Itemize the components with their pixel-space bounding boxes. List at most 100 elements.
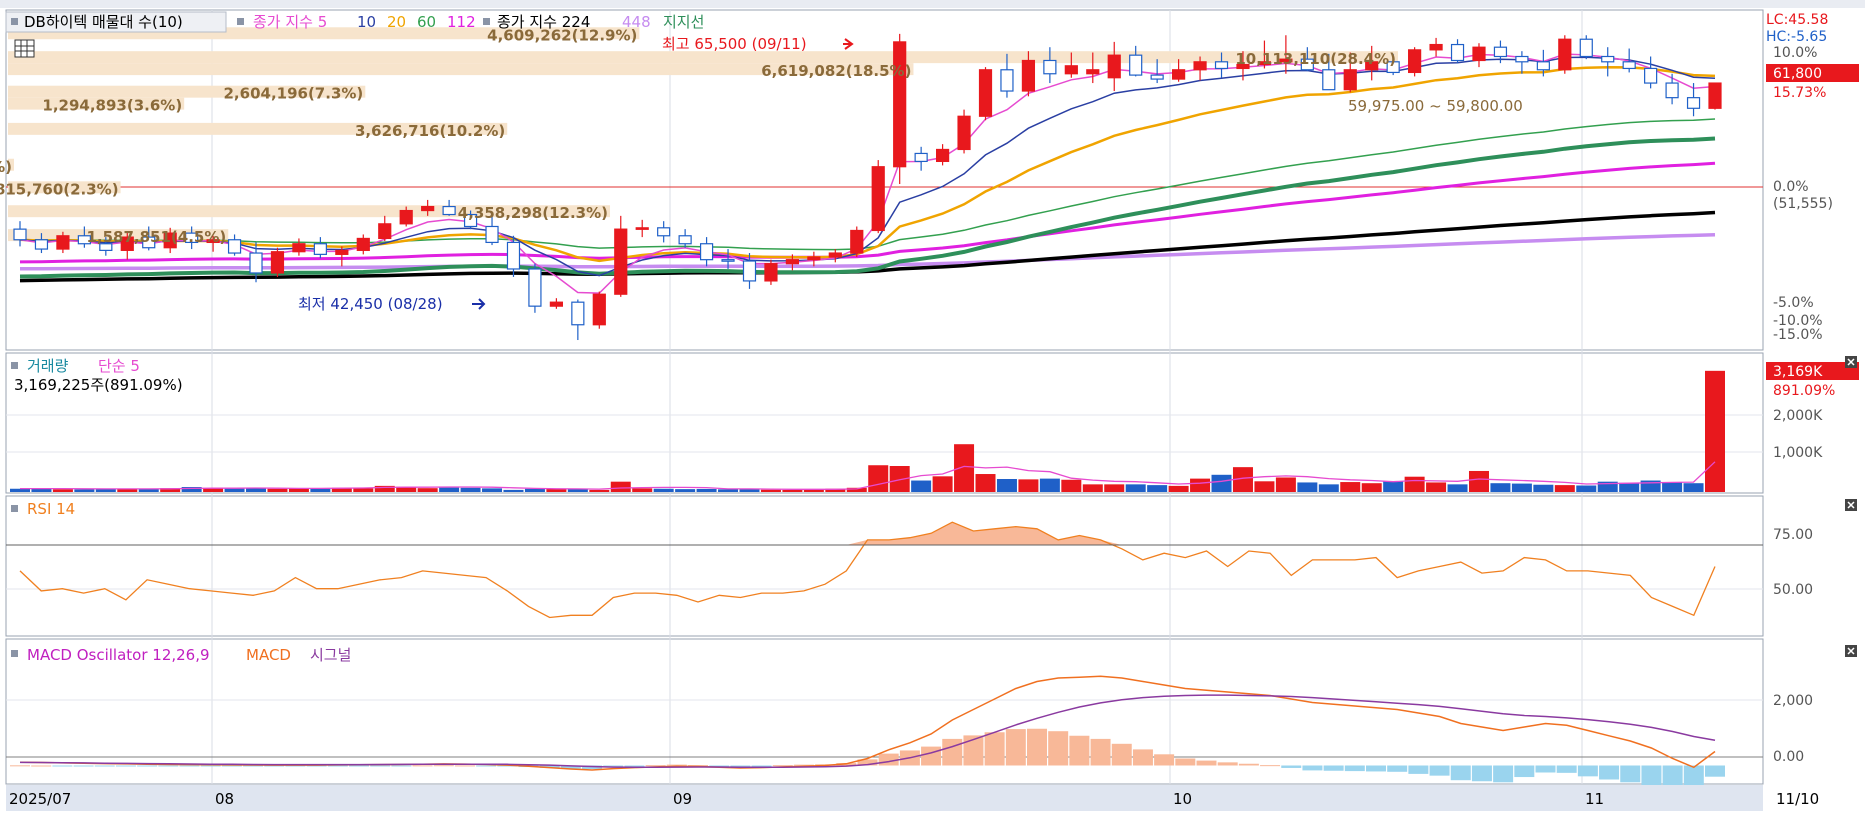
volume-bar[interactable] [975,474,996,492]
volume-bar[interactable] [632,488,653,492]
volume-bar[interactable] [1683,483,1704,492]
volume-bar[interactable] [1662,482,1683,492]
candle-down[interactable] [1601,55,1615,63]
candle-up[interactable] [614,228,628,295]
volume-bar[interactable] [524,488,545,492]
volume-bar[interactable] [1211,474,1232,492]
volume-bar[interactable] [1297,482,1318,492]
candle-down[interactable] [1214,61,1229,70]
volume-bar[interactable] [1275,477,1296,492]
candle-down[interactable] [34,239,49,250]
candle-down[interactable] [249,252,263,274]
volume-bar[interactable] [1511,483,1532,492]
volume-bar[interactable] [1468,470,1489,492]
volume-bar[interactable] [1082,484,1103,492]
volume-bar[interactable] [353,488,374,492]
candle-down[interactable] [1665,82,1679,99]
candle-down[interactable] [1515,55,1529,63]
volume-bar[interactable] [1490,483,1511,492]
ma-448-label[interactable]: 448 [622,13,651,31]
candle-up[interactable] [356,237,370,251]
candle-up[interactable] [421,205,435,212]
candle-up[interactable] [270,251,285,274]
candle-up[interactable] [1107,54,1121,79]
ma-menu-icon[interactable] [237,18,244,25]
candle-up[interactable] [893,41,907,168]
candle-up[interactable] [335,249,349,255]
volume-bar[interactable] [52,489,73,492]
table-icon[interactable] [14,39,35,58]
candle-up[interactable] [978,69,993,117]
volume-bar[interactable] [1190,478,1211,492]
candle-down[interactable] [914,152,928,163]
volume-bar[interactable] [1061,479,1082,492]
volume-bar[interactable] [1318,484,1339,492]
volume-bar[interactable] [1104,484,1125,492]
candle-down[interactable] [1536,61,1550,71]
volume-bar[interactable] [1168,485,1189,492]
volume-bar[interactable] [1125,484,1146,492]
volume-bar[interactable] [246,488,267,492]
volume-bar[interactable] [1404,476,1425,492]
volume-bar[interactable] [996,479,1017,492]
candle-up[interactable] [785,259,800,265]
macd-menu-icon[interactable] [11,650,18,657]
candle-up[interactable] [635,227,649,230]
volume-bar[interactable] [760,489,781,492]
ma-10-label[interactable]: 10 [357,13,376,31]
volume-bar[interactable] [310,488,331,492]
candle-up[interactable] [1172,69,1186,80]
volume-bar[interactable] [1576,485,1597,493]
stock-chart[interactable]: 10,113,110(28.4%)6,619,082(18.5%)4,609,2… [0,0,1865,813]
volume-bar[interactable] [1039,478,1060,492]
candle-up[interactable] [549,301,563,307]
volume-bar[interactable] [782,489,803,492]
candle-up[interactable] [764,263,778,282]
candle-up[interactable] [935,148,950,163]
rsi-menu-icon[interactable] [11,505,18,512]
volume-bar[interactable] [417,488,438,492]
candle-down[interactable] [227,239,242,254]
volume-bar[interactable] [932,476,953,492]
candle-up[interactable] [807,256,821,261]
ma-60-label[interactable]: 60 [417,13,436,31]
volume-bar[interactable] [868,465,889,492]
volume-bar[interactable] [718,489,739,492]
volume-bar[interactable] [1705,370,1725,492]
candle-up[interactable] [378,223,392,240]
candle-up[interactable] [850,229,864,254]
candle-down[interactable] [1043,59,1057,75]
support-line-label[interactable]: 지지선 [663,13,704,31]
candle-up[interactable] [1064,65,1078,75]
volume-bar[interactable] [460,487,481,492]
candle-up[interactable] [1708,82,1722,109]
volume-bar[interactable] [653,488,674,492]
candle-down[interactable] [1000,69,1014,92]
candle-down[interactable] [1622,61,1636,70]
volume-bar[interactable] [1447,484,1468,492]
volume-bar[interactable] [803,489,824,492]
candle-up[interactable] [828,252,842,258]
candle-down[interactable] [442,205,456,216]
candle-up[interactable] [1343,69,1357,91]
candle-down[interactable] [1322,69,1336,91]
candle-down[interactable] [13,228,27,241]
candle-down[interactable] [1686,97,1701,109]
candle-up[interactable] [1021,59,1036,92]
volume-bar[interactable] [739,489,760,492]
candle-down[interactable] [721,259,735,262]
candle-up[interactable] [292,243,306,253]
ma-20-label[interactable]: 20 [387,13,406,31]
candle-down[interactable] [1493,46,1508,58]
candle-down[interactable] [1450,43,1465,62]
volume-bar[interactable] [696,488,717,492]
candle-down[interactable] [699,243,714,261]
candle-down[interactable] [485,225,499,244]
macd-close-icon[interactable] [1845,645,1857,657]
volume-bar[interactable] [503,489,524,492]
volume-bar[interactable] [1383,481,1404,492]
volume-bar[interactable] [482,488,503,492]
x-axis-bar[interactable] [6,785,1763,811]
candle-down[interactable] [1129,54,1143,76]
ma-long-menu-icon[interactable] [483,18,490,25]
